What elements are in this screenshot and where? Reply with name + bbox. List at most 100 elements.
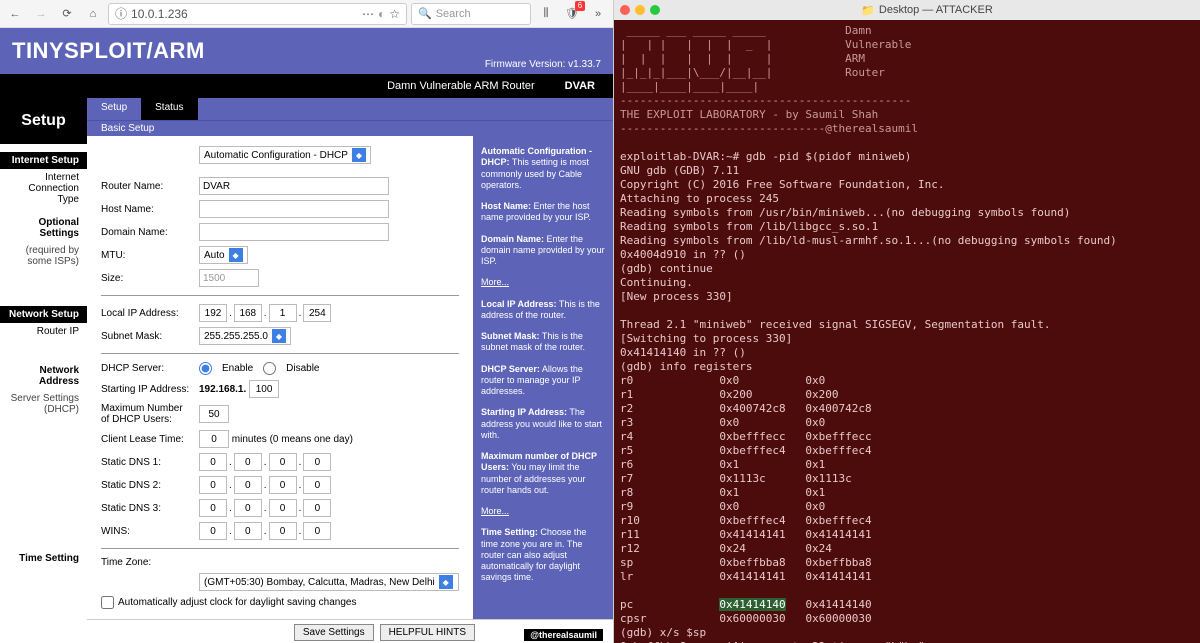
local-ip-2[interactable] bbox=[234, 304, 262, 322]
host-name-input[interactable] bbox=[199, 200, 389, 218]
footer-handle: @therealsaumil bbox=[524, 629, 603, 641]
mtu-select[interactable]: Auto◆ bbox=[199, 246, 248, 264]
dns2-1[interactable] bbox=[199, 476, 227, 494]
bookmark-icon[interactable]: ☆ bbox=[389, 7, 400, 21]
tab-status[interactable]: Status bbox=[141, 98, 197, 120]
terminal-title: Desktop — ATTACKER bbox=[879, 4, 993, 16]
helpful-hints-button[interactable]: HELPFUL HINTS bbox=[380, 624, 475, 641]
config-method-select[interactable]: Automatic Configuration - DHCP ◆ bbox=[199, 146, 371, 164]
help-more-1[interactable]: More... bbox=[481, 277, 509, 287]
dst-label: Automatically adjust clock for daylight … bbox=[118, 597, 356, 608]
left-column: Setup Internet Setup Internet Connection… bbox=[0, 98, 87, 643]
back-button[interactable]: ← bbox=[4, 3, 26, 25]
item-net-addr[interactable]: Network Address bbox=[0, 362, 87, 390]
item-conn-type[interactable]: Internet Connection Type bbox=[0, 169, 87, 208]
wins-4[interactable] bbox=[303, 522, 331, 540]
dns3-4[interactable] bbox=[303, 499, 331, 517]
product-short: DVAR bbox=[547, 74, 613, 98]
tz-label: Time Zone: bbox=[101, 557, 199, 568]
local-ip-group: . . . bbox=[199, 304, 331, 322]
help-p4: Local IP Address: This is the address of… bbox=[481, 299, 605, 322]
dns2-2[interactable] bbox=[234, 476, 262, 494]
dns3-2[interactable] bbox=[234, 499, 262, 517]
start-ip-label: Starting IP Address: bbox=[101, 384, 199, 395]
dst-checkbox[interactable] bbox=[101, 596, 114, 609]
dns1-label: Static DNS 1: bbox=[101, 457, 199, 468]
start-ip-last[interactable] bbox=[249, 380, 279, 398]
tz-value: (GMT+05:30) Bombay, Calcutta, Madras, Ne… bbox=[204, 577, 435, 588]
dns1-2[interactable] bbox=[234, 453, 262, 471]
chevron-down-icon: ◆ bbox=[272, 329, 286, 343]
minimize-icon[interactable] bbox=[635, 5, 645, 15]
item-optional[interactable]: Optional Settings bbox=[0, 214, 87, 242]
term-output-1: exploitlab-DVAR:~# gdb -pid $(pidof mini… bbox=[620, 150, 1117, 373]
content-area: Setup Status Basic Setup Automatic Confi… bbox=[87, 98, 613, 643]
pc-row: pc 0x41414140 0x41414140 bbox=[620, 598, 872, 611]
help-p5: Subnet Mask: This is the subnet mask of … bbox=[481, 331, 605, 354]
timezone-select[interactable]: (GMT+05:30) Bombay, Calcutta, Madras, Ne… bbox=[199, 573, 459, 591]
mtu-label: MTU: bbox=[101, 250, 199, 261]
help-column: Automatic Configuration - DHCP: This set… bbox=[473, 136, 613, 619]
setup-heading: Setup bbox=[0, 98, 87, 144]
save-settings-button[interactable]: Save Settings bbox=[294, 624, 374, 641]
config-method-value: Automatic Configuration - DHCP bbox=[204, 150, 348, 161]
forward-button[interactable]: → bbox=[30, 3, 52, 25]
ascii-art: _____ ___ _____ _____ Damn | | | | | | _… bbox=[620, 24, 918, 135]
term-output-2: (gdb) x/s $sp 0xbeffbba8: 'A' <repeats 3… bbox=[620, 626, 925, 643]
help-p2: Host Name: Enter the host name provided … bbox=[481, 201, 605, 224]
dns2-4[interactable] bbox=[303, 476, 331, 494]
reader-icon[interactable]: ◐ bbox=[378, 7, 385, 21]
local-ip-4[interactable] bbox=[303, 304, 331, 322]
terminal-body[interactable]: _____ ___ _____ _____ Damn | | | | | | _… bbox=[614, 20, 1200, 643]
item-time-setting[interactable]: Time Setting bbox=[0, 550, 87, 567]
lease-input[interactable] bbox=[199, 430, 229, 448]
home-button[interactable]: ⌂ bbox=[82, 3, 104, 25]
item-router-ip[interactable]: Router IP bbox=[0, 323, 87, 340]
subnet-value: 255.255.255.0 bbox=[204, 331, 268, 342]
library-icon[interactable]: ⫼ bbox=[535, 3, 557, 25]
max-users-input[interactable] bbox=[199, 405, 229, 423]
maximize-icon[interactable] bbox=[650, 5, 660, 15]
close-icon[interactable] bbox=[620, 5, 630, 15]
wins-1[interactable] bbox=[199, 522, 227, 540]
dns3-1[interactable] bbox=[199, 499, 227, 517]
router-name-input[interactable] bbox=[199, 177, 389, 195]
help-p1: Automatic Configuration - DHCP: This set… bbox=[481, 146, 605, 191]
more-icon[interactable]: ⋯ bbox=[362, 7, 374, 21]
dns1-1[interactable] bbox=[199, 453, 227, 471]
search-icon: 🔍 bbox=[418, 7, 432, 20]
dns1-3[interactable] bbox=[269, 453, 297, 471]
domain-name-input[interactable] bbox=[199, 223, 389, 241]
local-ip-3[interactable] bbox=[269, 304, 297, 322]
url-bar[interactable]: ⓘ 10.0.1.236 ⋯ ◐ ☆ bbox=[108, 3, 407, 25]
local-ip-1[interactable] bbox=[199, 304, 227, 322]
overflow-icon[interactable]: » bbox=[587, 3, 609, 25]
start-ip-prefix: 192.168.1. bbox=[199, 384, 246, 395]
wins-3[interactable] bbox=[269, 522, 297, 540]
subnet-select[interactable]: 255.255.255.0 ◆ bbox=[199, 327, 291, 345]
reload-button[interactable]: ⟳ bbox=[56, 3, 78, 25]
mtu-value: Auto bbox=[204, 250, 225, 261]
dns3-3[interactable] bbox=[269, 499, 297, 517]
help-more-2[interactable]: More... bbox=[481, 506, 509, 516]
dns2-label: Static DNS 2: bbox=[101, 480, 199, 491]
wins-2[interactable] bbox=[234, 522, 262, 540]
lease-label: Client Lease Time: bbox=[101, 434, 199, 445]
notification-icon[interactable]: 🛡 bbox=[561, 3, 583, 25]
dhcp-enable-radio[interactable] bbox=[199, 362, 212, 375]
dns2-3[interactable] bbox=[269, 476, 297, 494]
dhcp-disable-radio[interactable] bbox=[263, 362, 276, 375]
chevron-down-icon: ◆ bbox=[352, 148, 366, 162]
folder-icon: 📁 bbox=[861, 4, 875, 17]
cpsr-row: cpsr 0x60000030 0x60000030 bbox=[620, 612, 872, 625]
terminal-titlebar: 📁 Desktop — ATTACKER bbox=[614, 0, 1200, 20]
search-bar[interactable]: 🔍 Search bbox=[411, 3, 531, 25]
size-input[interactable] bbox=[199, 269, 259, 287]
sub-tab[interactable]: Basic Setup bbox=[87, 120, 613, 136]
item-server-set: Server Settings (DHCP) bbox=[0, 390, 87, 418]
dns1-4[interactable] bbox=[303, 453, 331, 471]
page-content: TINYSPLOIT/ARM Firmware Version: v1.33.7… bbox=[0, 28, 613, 643]
tab-setup[interactable]: Setup bbox=[87, 98, 141, 120]
local-ip-label: Local IP Address: bbox=[101, 308, 199, 319]
help-p6: DHCP Server: Allows the router to manage… bbox=[481, 364, 605, 398]
